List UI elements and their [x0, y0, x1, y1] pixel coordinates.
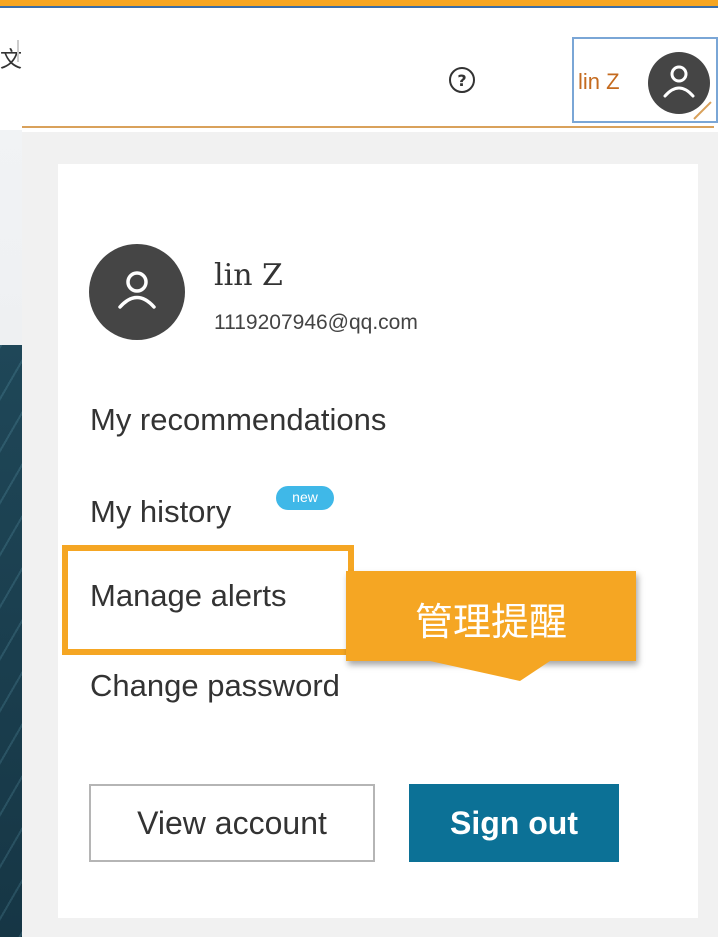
help-icon[interactable]: ? — [449, 67, 475, 93]
background-page-dark-strip — [0, 345, 22, 937]
menu-item-my-history[interactable]: My history — [90, 494, 231, 530]
user-icon — [89, 244, 185, 340]
annotation-callout-tail — [430, 661, 550, 681]
annotation-callout-text: 管理提醒 — [414, 600, 567, 644]
clipped-divider — [17, 40, 19, 62]
sign-out-button[interactable]: Sign out — [409, 784, 619, 862]
new-badge: new — [276, 486, 334, 510]
top-accent-bar — [0, 0, 718, 8]
annotation-callout: 管理提醒 — [346, 571, 636, 661]
user-icon — [648, 52, 710, 114]
view-account-button[interactable]: View account — [89, 784, 375, 862]
user-menu-name: lin Z — [578, 69, 620, 94]
account-user-name: lin Z — [214, 258, 283, 293]
menu-item-change-password[interactable]: Change password — [90, 668, 340, 704]
background-page-light-strip — [0, 130, 22, 345]
menu-item-manage-alerts[interactable]: Manage alerts — [90, 578, 286, 614]
user-menu-button[interactable]: lin Z — [572, 37, 718, 123]
account-user-email: 1119207946@qq.com — [214, 311, 418, 334]
menu-item-my-recommendations[interactable]: My recommendations — [90, 402, 386, 438]
